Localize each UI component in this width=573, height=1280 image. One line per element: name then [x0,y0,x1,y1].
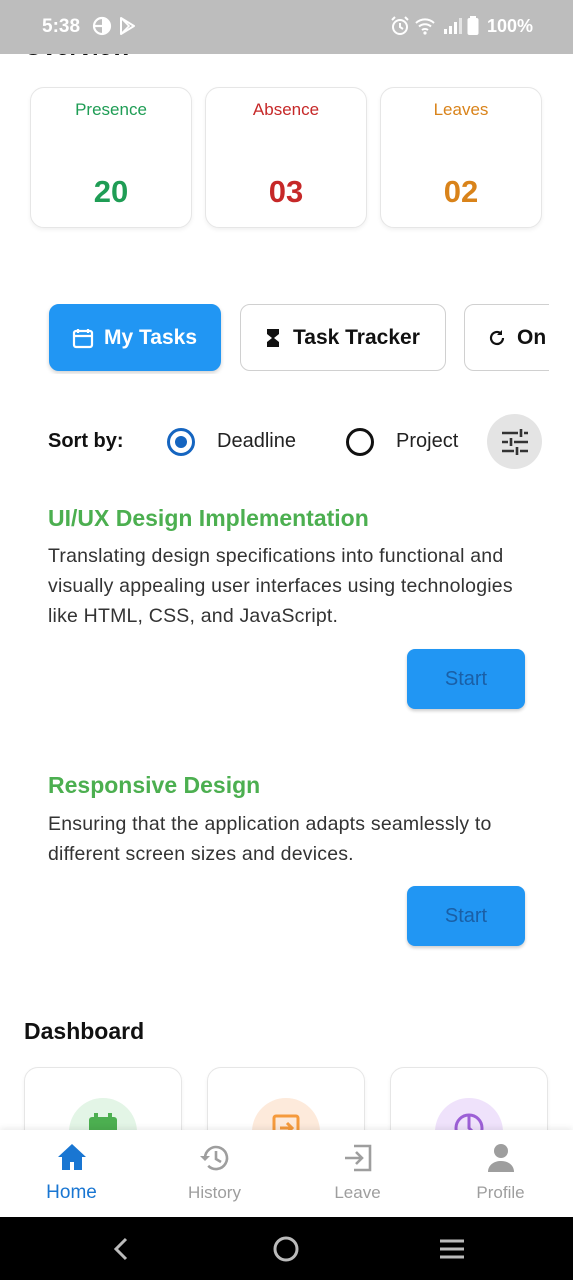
leaves-card[interactable]: Leaves 02 [380,87,542,228]
sort-deadline-label[interactable]: Deadline [217,430,296,453]
task-description: Ensuring that the application adapts sea… [48,813,492,865]
tab-my-tasks[interactable]: My Tasks [49,304,221,371]
presence-label: Presence [75,100,147,119]
filter-button[interactable] [487,414,542,469]
task-tabs[interactable]: My Tasks Task Tracker On [0,304,549,374]
tab-ongoing-label: On [517,325,547,349]
tab-task-tracker[interactable]: Task Tracker [240,304,446,371]
nav-history-label: History [188,1183,241,1202]
absence-value: 03 [268,174,304,209]
calendar-icon [72,328,94,348]
dashboard-icon-bg [69,1098,137,1130]
tab-task-tracker-label: Task Tracker [293,325,420,349]
dashboard-card-attendance[interactable] [24,1067,182,1130]
status-time: 5:38 [42,16,81,37]
system-navigation-bar [0,1217,573,1280]
nav-profile-label: Profile [476,1183,525,1202]
recents-icon[interactable] [436,1233,468,1265]
home-circle-icon[interactable] [270,1233,302,1265]
nav-home[interactable]: Home [0,1130,143,1217]
task-start-button[interactable]: Start [407,886,525,946]
play-store-icon [120,17,135,35]
leave-icon [272,1114,300,1130]
exit-icon [344,1144,371,1172]
person-icon [487,1144,514,1172]
alarm-icon [391,16,409,35]
home-icon [57,1144,86,1170]
overview-title: Overview [24,54,131,62]
sort-project-label[interactable]: Project [396,430,458,453]
task-title: Responsive Design [48,772,261,798]
calendar-icon [89,1113,117,1130]
signal-icon [444,18,462,34]
bottom-navigation: Home History Leave Profile [0,1130,573,1217]
nav-profile[interactable]: Profile [429,1130,572,1217]
nav-leave[interactable]: Leave [286,1130,429,1217]
nav-home-label: Home [46,1182,97,1203]
dashboard-icon-bg [252,1098,320,1130]
refresh-icon [489,329,505,345]
nav-history[interactable]: History [143,1130,286,1217]
sort-project-radio[interactable] [346,428,374,456]
leaves-value: 02 [443,174,479,209]
dashboard-card-reports[interactable] [390,1067,548,1130]
history-icon [199,1145,228,1171]
dashboard-title: Dashboard [24,1018,145,1044]
task-title: UI/UX Design Implementation [48,505,369,531]
pie-chart-icon [454,1113,484,1130]
tab-my-tasks-label: My Tasks [104,325,197,349]
back-icon[interactable] [106,1233,138,1265]
presence-card[interactable]: Presence 20 [30,87,192,228]
tab-ongoing[interactable]: On [464,304,549,371]
main-content[interactable]: Overview Presence 20 Absence 03 Leaves 0… [0,54,573,1130]
nav-leave-label: Leave [334,1183,381,1202]
battery-percent: 100% [487,16,534,36]
task-description: Translating design specifications into f… [48,545,513,627]
notification-app-icon [92,16,112,36]
status-bar: 5:38 100% [0,0,573,54]
dashboard-icon-bg [435,1098,503,1130]
sort-label: Sort by: [48,430,124,452]
tune-icon [501,428,528,455]
hourglass-icon [267,328,279,347]
task-start-button[interactable]: Start [407,649,525,709]
sort-deadline-radio[interactable] [167,428,195,456]
leaves-label: Leaves [433,100,489,119]
presence-value: 20 [93,174,129,209]
battery-icon [467,16,479,35]
wifi-icon [415,18,435,35]
absence-card[interactable]: Absence 03 [205,87,367,228]
dashboard-card-leave[interactable] [207,1067,365,1130]
absence-label: Absence [252,100,320,119]
